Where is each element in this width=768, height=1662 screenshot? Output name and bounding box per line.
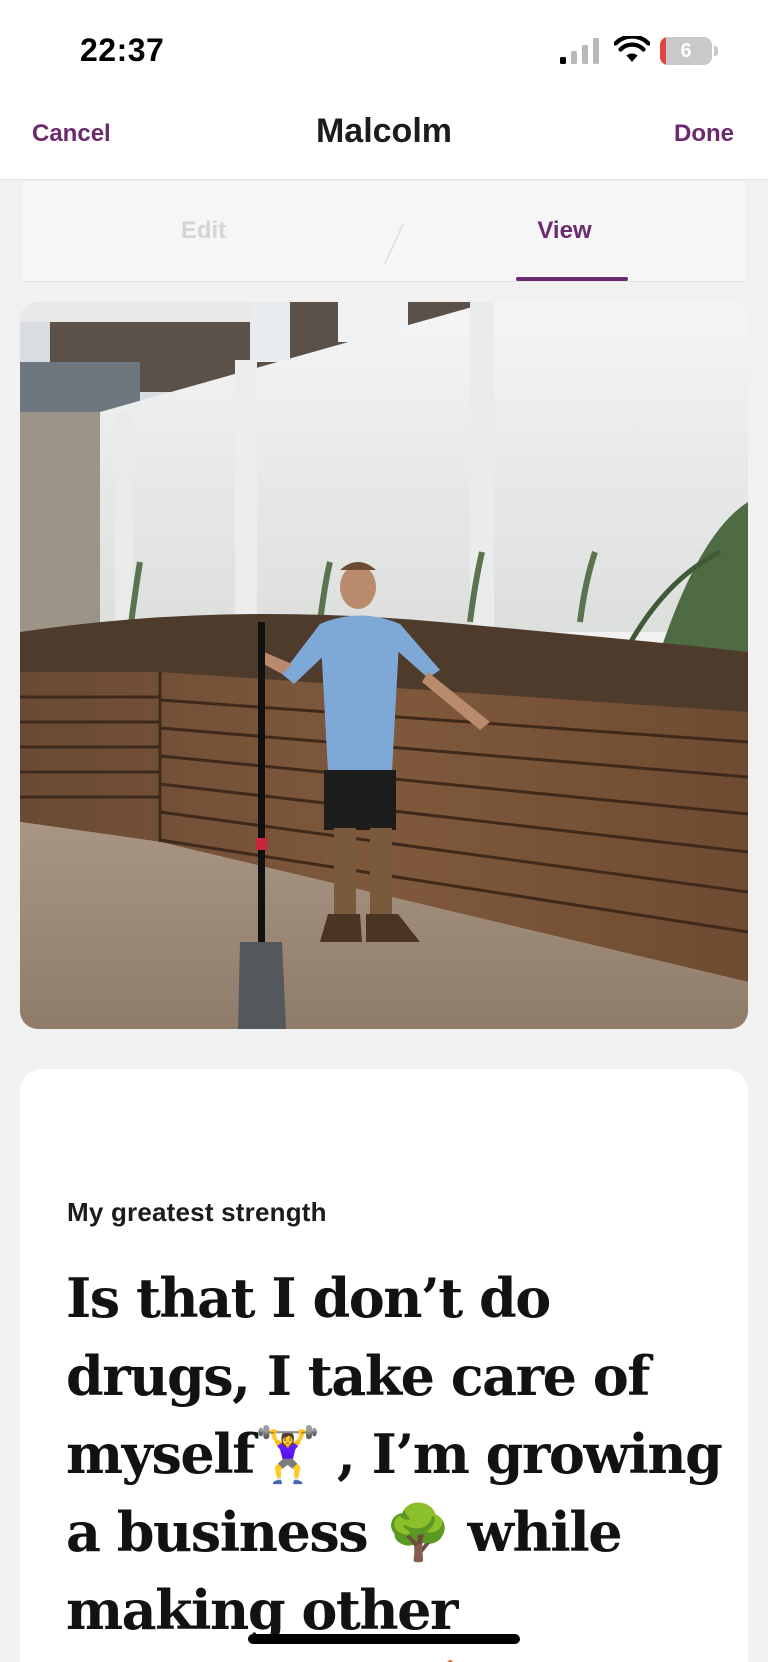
battery-icon: 6 bbox=[660, 37, 718, 65]
active-tab-indicator bbox=[516, 277, 628, 281]
done-button[interactable]: Done bbox=[674, 120, 734, 148]
home-indicator[interactable] bbox=[248, 1634, 520, 1644]
status-time: 22:37 bbox=[80, 32, 165, 68]
page-title: Malcolm bbox=[315, 112, 453, 150]
battery-body: 6 bbox=[660, 37, 712, 65]
cellular-signal-icon bbox=[560, 38, 599, 64]
prompt-card[interactable]: My greatest strength Is that I don’t do … bbox=[20, 1069, 748, 1662]
wifi-icon bbox=[614, 36, 650, 62]
top-bar: 22:37 6 Cancel Malcolm Done bbox=[0, 0, 768, 180]
edit-view-tabs: Edit View bbox=[23, 181, 745, 282]
battery-level: 6 bbox=[680, 40, 692, 62]
profile-photo[interactable] bbox=[20, 302, 748, 1029]
tab-view[interactable]: View bbox=[384, 181, 745, 281]
status-bar: 22:37 6 bbox=[0, 0, 768, 100]
profile-photo-illustration bbox=[20, 302, 748, 1029]
battery-cap bbox=[714, 46, 718, 56]
prompt-answer: Is that I don’t do drugs, I take care of… bbox=[66, 1266, 723, 1662]
tab-edit[interactable]: Edit bbox=[23, 181, 384, 281]
prompt-question: My greatest strength bbox=[67, 1197, 327, 1227]
